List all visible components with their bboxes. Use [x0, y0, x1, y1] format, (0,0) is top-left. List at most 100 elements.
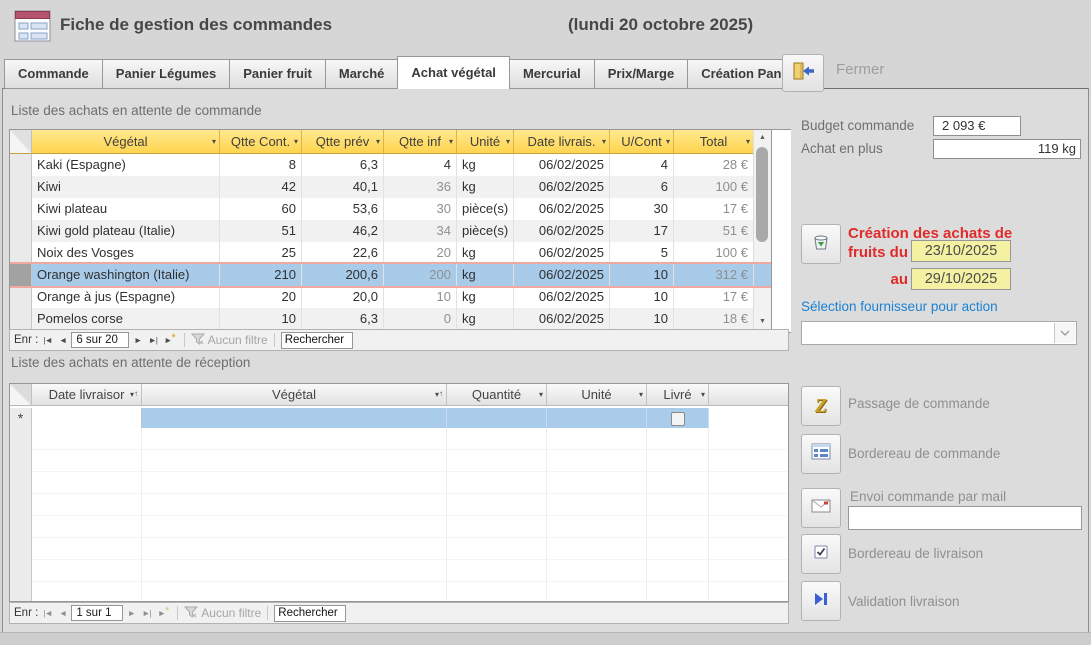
- new-record-selector[interactable]: *: [10, 408, 32, 430]
- first-record-button[interactable]: |◄: [41, 608, 54, 618]
- cell-date-livraison[interactable]: [32, 408, 142, 430]
- cell-qtte-inf[interactable]: 4: [384, 154, 457, 176]
- cell-vegetal[interactable]: Kiwi gold plateau (Italie): [32, 220, 220, 242]
- cell-total[interactable]: 18 €: [674, 308, 754, 330]
- cell-qtte-prev[interactable]: 46,2: [302, 220, 384, 242]
- cell-total[interactable]: 312 €: [674, 264, 754, 286]
- chevron-down-icon[interactable]: [1054, 323, 1075, 343]
- filter-arrow-icon[interactable]: ▾: [376, 130, 380, 153]
- cell-ucont[interactable]: 30: [610, 198, 674, 220]
- cell-qtte-prev[interactable]: 53,6: [302, 198, 384, 220]
- cell-qtte-prev[interactable]: 200,6: [302, 264, 384, 286]
- column-header-vegetal[interactable]: Végétal▾↑: [142, 384, 447, 406]
- create-purchases-button[interactable]: [801, 224, 841, 264]
- cell-unite[interactable]: kg: [457, 264, 514, 286]
- tab-marche[interactable]: Marché: [325, 59, 399, 89]
- cell-total[interactable]: 51 €: [674, 220, 754, 242]
- tab-achat-vegetal[interactable]: Achat végétal: [397, 56, 510, 89]
- new-record-button[interactable]: ►*: [156, 607, 172, 619]
- column-header-vegetal[interactable]: Végétal▾: [32, 130, 220, 154]
- cell-total[interactable]: 17 €: [674, 198, 754, 220]
- cell-qtte-prev[interactable]: 20,0: [302, 286, 384, 308]
- cell-vegetal[interactable]: Orange à jus (Espagne): [32, 286, 220, 308]
- filter-arrow-icon[interactable]: ▾: [639, 384, 643, 405]
- sort-filter-arrow-icon[interactable]: ▾↑: [130, 384, 138, 405]
- row-selector[interactable]: [10, 242, 32, 264]
- extra-purchase-field[interactable]: 119 kg: [933, 139, 1081, 159]
- filter-arrow-icon[interactable]: ▾: [666, 130, 670, 153]
- table-row-selected[interactable]: Orange washington (Italie) 210 200,6 200…: [10, 264, 771, 286]
- column-header-qtte-prev[interactable]: Qtte prév▾: [302, 130, 384, 154]
- cell-qtte-cont[interactable]: 51: [220, 220, 302, 242]
- cell-vegetal[interactable]: Kiwi plateau: [32, 198, 220, 220]
- mail-address-input[interactable]: [848, 506, 1082, 530]
- cell-date[interactable]: 06/02/2025: [514, 286, 610, 308]
- table-row[interactable]: Kaki (Espagne) 8 6,3 4 kg 06/02/2025 4 2…: [10, 154, 771, 176]
- select-all-corner[interactable]: [10, 384, 32, 406]
- cell-vegetal[interactable]: Kaki (Espagne): [32, 154, 220, 176]
- cell-ucont[interactable]: 10: [610, 286, 674, 308]
- cell-unite[interactable]: kg: [457, 242, 514, 264]
- cell-total[interactable]: 17 €: [674, 286, 754, 308]
- cell-unite[interactable]: kg: [457, 176, 514, 198]
- date-to-field[interactable]: 29/10/2025: [911, 268, 1011, 290]
- scroll-up-icon[interactable]: ▲: [754, 130, 771, 146]
- column-header-unite[interactable]: Unité▾: [547, 384, 647, 406]
- column-header-livre[interactable]: Livré▾: [647, 384, 709, 406]
- column-header-qtte-cont[interactable]: Qtte Cont.▾: [220, 130, 302, 154]
- filter-arrow-icon[interactable]: ▾: [449, 130, 453, 153]
- search-input[interactable]: [281, 332, 353, 349]
- column-header-qtte-inf[interactable]: Qtte inf▾: [384, 130, 457, 154]
- cell-ucont[interactable]: 10: [610, 264, 674, 286]
- next-record-button[interactable]: ►: [126, 608, 137, 618]
- cell-ucont[interactable]: 6: [610, 176, 674, 198]
- new-record-row[interactable]: *: [10, 408, 788, 430]
- column-header-quantite[interactable]: Quantité▾: [447, 384, 547, 406]
- cell-unite[interactable]: pièce(s): [457, 198, 514, 220]
- cell-qtte-inf[interactable]: 30: [384, 198, 457, 220]
- row-selector[interactable]: [10, 154, 32, 176]
- cell-livre[interactable]: [647, 408, 709, 430]
- cell-qtte-cont[interactable]: 42: [220, 176, 302, 198]
- budget-value-field[interactable]: 2 093 €: [933, 116, 1021, 136]
- cell-date[interactable]: 06/02/2025: [514, 242, 610, 264]
- next-record-button[interactable]: ►: [132, 335, 143, 345]
- first-record-button[interactable]: |◄: [41, 335, 54, 345]
- cell-qtte-cont[interactable]: 25: [220, 242, 302, 264]
- table-row[interactable]: Kiwi gold plateau (Italie) 51 46,2 34 pi…: [10, 220, 771, 242]
- vertical-scrollbar[interactable]: ▲ ▼: [753, 130, 771, 330]
- cell-vegetal[interactable]: Noix des Vosges: [32, 242, 220, 264]
- column-header-total[interactable]: Total▾: [674, 130, 754, 154]
- previous-record-button[interactable]: ◄: [57, 608, 68, 618]
- cell-unite[interactable]: kg: [457, 154, 514, 176]
- cell-unite[interactable]: kg: [457, 286, 514, 308]
- filter-arrow-icon[interactable]: ▾: [539, 384, 543, 405]
- cell-qtte-prev[interactable]: 22,6: [302, 242, 384, 264]
- previous-record-button[interactable]: ◄: [57, 335, 68, 345]
- cell-date[interactable]: 06/02/2025: [514, 176, 610, 198]
- filter-arrow-icon[interactable]: ▾: [506, 130, 510, 153]
- cell-date[interactable]: 06/02/2025: [514, 308, 610, 330]
- cell-qtte-inf[interactable]: 20: [384, 242, 457, 264]
- cell-date[interactable]: 06/02/2025: [514, 220, 610, 242]
- tab-prix-marge[interactable]: Prix/Marge: [594, 59, 688, 89]
- cell-qtte-cont[interactable]: 8: [220, 154, 302, 176]
- column-header-unite[interactable]: Unité▾: [457, 130, 514, 154]
- row-selector[interactable]: [10, 176, 32, 198]
- scroll-down-icon[interactable]: ▼: [754, 314, 771, 330]
- column-header-date-livrais[interactable]: Date livrais.▾: [514, 130, 610, 154]
- select-all-corner[interactable]: [10, 130, 32, 154]
- filter-arrow-icon[interactable]: ▾: [602, 130, 606, 153]
- last-record-button[interactable]: ►|: [140, 608, 153, 618]
- cell-vegetal[interactable]: [142, 408, 447, 430]
- cell-unite[interactable]: kg: [457, 308, 514, 330]
- filter-arrow-icon[interactable]: ▾: [294, 130, 298, 153]
- cell-vegetal[interactable]: Pomelos corse: [32, 308, 220, 330]
- envoi-mail-button[interactable]: [801, 488, 841, 528]
- cell-unite[interactable]: pièce(s): [457, 220, 514, 242]
- table-row[interactable]: Pomelos corse 10 6,3 0 kg 06/02/2025 10 …: [10, 308, 771, 330]
- row-selector[interactable]: [10, 308, 32, 330]
- cell-date[interactable]: 06/02/2025: [514, 198, 610, 220]
- validation-livraison-button[interactable]: [801, 581, 841, 621]
- table-row[interactable]: Noix des Vosges 25 22,6 20 kg 06/02/2025…: [10, 242, 771, 264]
